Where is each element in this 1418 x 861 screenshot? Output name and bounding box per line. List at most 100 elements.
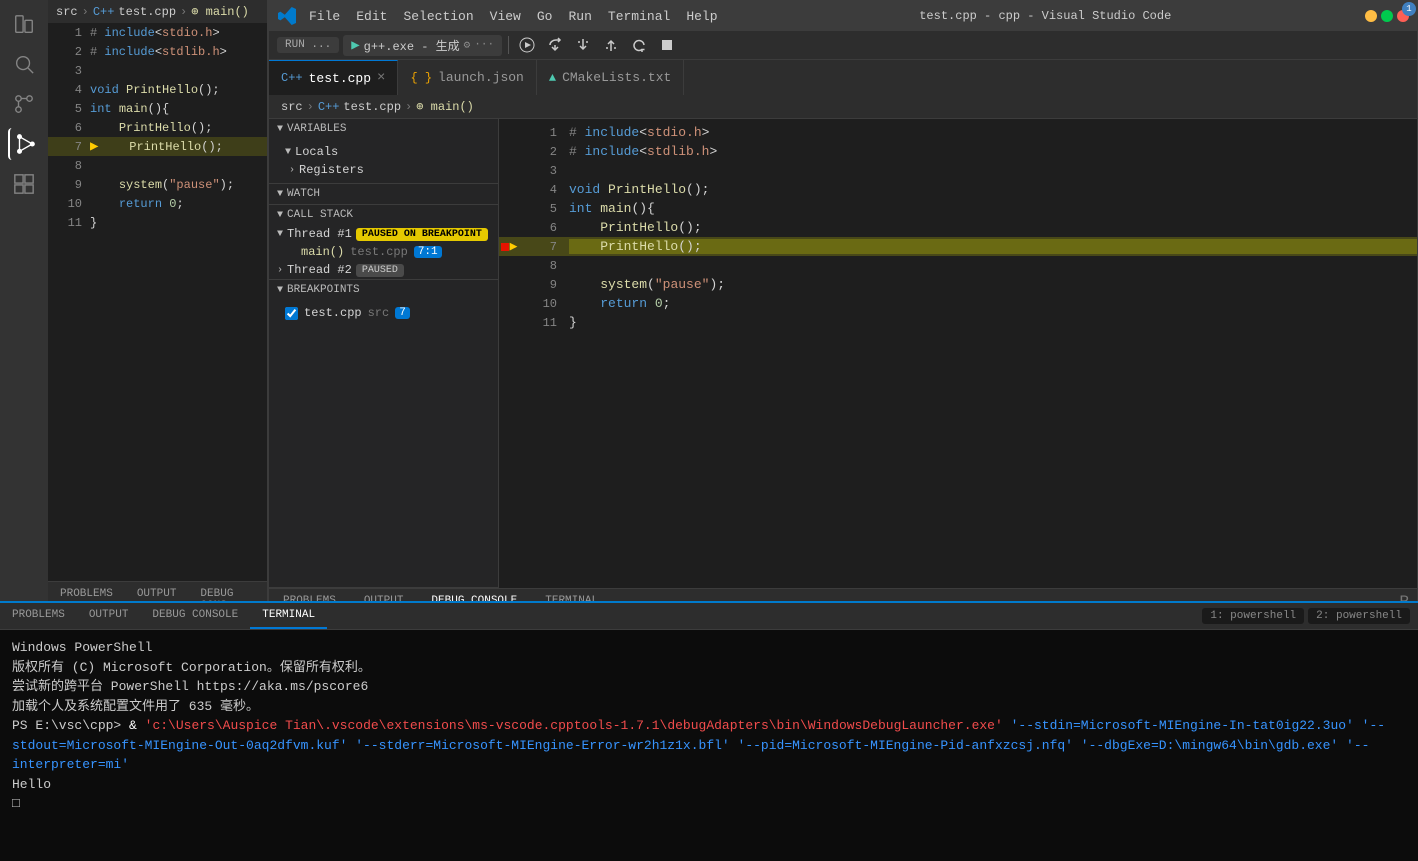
continue-button[interactable] — [515, 33, 539, 57]
call-frame-main[interactable]: main() test.cpp 7:1 — [269, 243, 498, 261]
breadcrumb-main-func: ⊕ main() — [416, 99, 474, 114]
current-line-indicator: ▶ — [510, 239, 518, 254]
left-code-line-1: 1 # include<stdio.h> — [48, 23, 267, 42]
term-cursor: □ — [12, 794, 1406, 814]
breakpoint-checkbox[interactable] — [285, 307, 298, 320]
left-breadcrumb: src › C++ test.cpp › ⊕ main() — [48, 0, 267, 23]
explorer-icon[interactable] — [8, 8, 40, 40]
watch-section: ▼ WATCH — [269, 184, 498, 205]
breadcrumb-func: ⊕ main() — [191, 4, 249, 19]
menu-help[interactable]: Help — [678, 5, 725, 28]
editor-main: ▼ VARIABLES ▼ Locals › Registers — [269, 119, 1417, 588]
current-line-arrow: ▶ — [90, 138, 98, 155]
term-cmd-line: PS E:\vsc\cpp> & 'c:\Users\Auspice Tian\… — [12, 716, 1406, 775]
breadcrumb-filename: test.cpp — [343, 100, 401, 114]
stop-button[interactable] — [655, 33, 679, 57]
menu-selection[interactable]: Selection — [395, 5, 481, 28]
code-text-6: PrintHello(); — [569, 220, 702, 235]
tab-cmakelists-label: CMakeLists.txt — [562, 70, 671, 85]
term-tab-problems[interactable]: PROBLEMS — [0, 603, 77, 629]
menu-edit[interactable]: Edit — [348, 5, 395, 28]
run-config-gear: ⚙ — [464, 38, 471, 52]
step-into-button[interactable] — [571, 33, 595, 57]
thread-2-paused-badge: PAUSED — [356, 264, 404, 277]
thread-1-item[interactable]: ▼ Thread #1 PAUSED ON BREAKPOINT — [269, 225, 498, 243]
extensions-icon[interactable] — [8, 168, 40, 200]
tab-test-cpp[interactable]: C++ test.cpp × — [269, 60, 398, 95]
variables-label: VARIABLES — [287, 123, 346, 135]
variables-chevron: ▼ — [277, 124, 283, 135]
run-config-text: g++.exe - 生成 — [364, 37, 460, 54]
tab-launch-json[interactable]: { } launch.json — [398, 60, 536, 95]
breakpoints-section: ▼ BREAKPOINTS test.cpp src 7 — [269, 280, 498, 588]
breadcrumb-sep1: › — [82, 5, 89, 19]
menubar: File Edit Selection View Go Run Terminal… — [301, 5, 726, 28]
code-text-5: int main(){ — [569, 201, 655, 216]
code-text-1: # include<stdio.h> — [569, 125, 709, 140]
editor-lines: 1 # include<stdio.h> 2 # include<stdlib.… — [499, 119, 1417, 588]
window-title: test.cpp - cpp - Visual Studio Code — [726, 9, 1365, 23]
step-over-button[interactable] — [543, 33, 567, 57]
run-configuration[interactable]: RUN ... — [277, 37, 339, 53]
term-tab-output[interactable]: OUTPUT — [77, 603, 141, 629]
term-line-1: Windows PowerShell — [12, 638, 1406, 658]
source-control-icon[interactable] — [8, 88, 40, 120]
json-icon: { } — [410, 71, 432, 85]
menu-run[interactable]: Run — [560, 5, 599, 28]
editor-line-5: 5 int main(){ — [499, 199, 1417, 218]
thread-2-item[interactable]: › Thread #2 PAUSED — [269, 261, 498, 279]
editor-line-11: 11 } — [499, 313, 1417, 332]
menu-view[interactable]: View — [482, 5, 529, 28]
terminal-tabs: PROBLEMS OUTPUT DEBUG CONSOLE TERMINAL 1… — [0, 603, 1418, 630]
breakpoint-item-1[interactable]: test.cpp src 7 — [277, 304, 490, 322]
menu-go[interactable]: Go — [529, 5, 561, 28]
search-icon[interactable] — [8, 48, 40, 80]
left-code-line-2: 2 # include<stdlib.h> — [48, 42, 267, 61]
restart-button[interactable] — [627, 33, 651, 57]
run-config-detail[interactable]: ▶ g++.exe - 生成 ⚙ ··· — [343, 35, 502, 56]
breadcrumb: src › C++ test.cpp › ⊕ main() — [269, 95, 1417, 119]
left-code-line-10: 10 return 0; — [48, 194, 267, 213]
call-stack-header[interactable]: ▼ CALL STACK — [269, 205, 498, 225]
term-instance-1[interactable]: 1: powershell — [1202, 608, 1304, 624]
editor-line-1: 1 # include<stdio.h> — [499, 123, 1417, 142]
breakpoints-content: test.cpp src 7 — [269, 300, 498, 326]
breadcrumb-sep1: › — [307, 100, 314, 114]
debug-sidebar: ▼ VARIABLES ▼ Locals › Registers — [269, 119, 499, 588]
debug-icon[interactable]: 1 — [8, 128, 40, 160]
terminal-main-content: Windows PowerShell 版权所有 (C) Microsoft Co… — [0, 630, 1418, 861]
variables-header[interactable]: ▼ VARIABLES — [269, 119, 498, 139]
menu-file[interactable]: File — [301, 5, 348, 28]
app-root: 1 src › C++ test.cpp › ⊕ main() — [0, 0, 1418, 861]
code-text-9: system("pause"); — [569, 277, 725, 292]
breadcrumb-cpp: C++ — [93, 5, 115, 19]
menu-terminal[interactable]: Terminal — [600, 5, 678, 28]
editor-line-7: ▶ 7 PrintHello(); — [499, 237, 1417, 256]
term-tab-terminal[interactable]: TERMINAL — [250, 603, 327, 629]
maximize-button[interactable] — [1381, 10, 1393, 22]
watch-label: WATCH — [287, 188, 320, 200]
step-out-button[interactable] — [599, 33, 623, 57]
left-code-line-6: 6 PrintHello(); — [48, 118, 267, 137]
left-code-line-5: 5 int main(){ — [48, 99, 267, 118]
call-stack-chevron: ▼ — [277, 210, 283, 221]
left-code-line-7: 7 ▶ PrintHello(); — [48, 137, 267, 156]
tab-cmakelists[interactable]: ▲ CMakeLists.txt — [537, 60, 684, 95]
registers-item[interactable]: › Registers — [269, 161, 498, 179]
breadcrumb-sep2: › — [405, 100, 412, 114]
left-code-line-11: 11 } — [48, 213, 267, 232]
tab-test-cpp-close[interactable]: × — [377, 70, 385, 86]
editor-line-8: 8 — [499, 256, 1417, 275]
watch-header[interactable]: ▼ WATCH — [269, 184, 498, 204]
variables-content: ▼ Locals › Registers — [269, 139, 498, 183]
breadcrumb-cpp-icon: C++ — [318, 100, 340, 114]
variables-section: ▼ VARIABLES ▼ Locals › Registers — [269, 119, 498, 184]
term-instance-2[interactable]: 2: powershell — [1308, 608, 1410, 624]
term-tab-debug-console[interactable]: DEBUG CONSOLE — [140, 603, 250, 629]
call-stack-section: ▼ CALL STACK ▼ Thread #1 PAUSED ON BREAK… — [269, 205, 498, 280]
minimize-button[interactable] — [1365, 10, 1377, 22]
editor-line-10: 10 return 0; — [499, 294, 1417, 313]
breakpoints-header[interactable]: ▼ BREAKPOINTS — [269, 280, 498, 300]
term-hello: Hello — [12, 775, 1406, 795]
locals-item[interactable]: ▼ Locals — [269, 143, 498, 161]
